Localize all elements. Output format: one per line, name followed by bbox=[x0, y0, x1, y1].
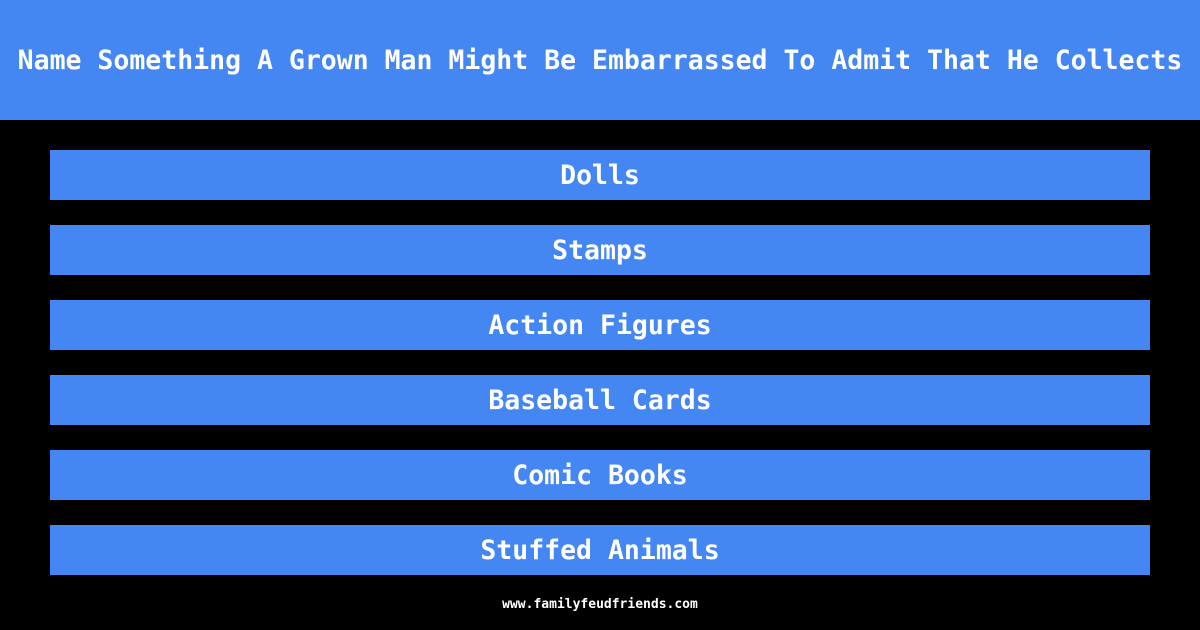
answer-label: Stuffed Animals bbox=[480, 534, 720, 566]
question-header: Name Something A Grown Man Might Be Emba… bbox=[0, 0, 1200, 120]
question-title: Name Something A Grown Man Might Be Emba… bbox=[17, 44, 1183, 76]
answer-item: Action Figures bbox=[50, 300, 1150, 350]
answer-item: Stamps bbox=[50, 225, 1150, 275]
answer-item: Stuffed Animals bbox=[50, 525, 1150, 575]
answer-label: Baseball Cards bbox=[488, 384, 712, 416]
answer-label: Stamps bbox=[552, 234, 648, 266]
answer-label: Action Figures bbox=[488, 309, 712, 341]
answer-item: Baseball Cards bbox=[50, 375, 1150, 425]
answer-label: Comic Books bbox=[512, 459, 688, 491]
answer-item: Comic Books bbox=[50, 450, 1150, 500]
footer-url: www.familyfeudfriends.com bbox=[502, 597, 698, 612]
answer-item: Dolls bbox=[50, 150, 1150, 200]
answer-list: Dolls Stamps Action Figures Baseball Car… bbox=[50, 150, 1150, 600]
answer-label: Dolls bbox=[560, 159, 640, 191]
